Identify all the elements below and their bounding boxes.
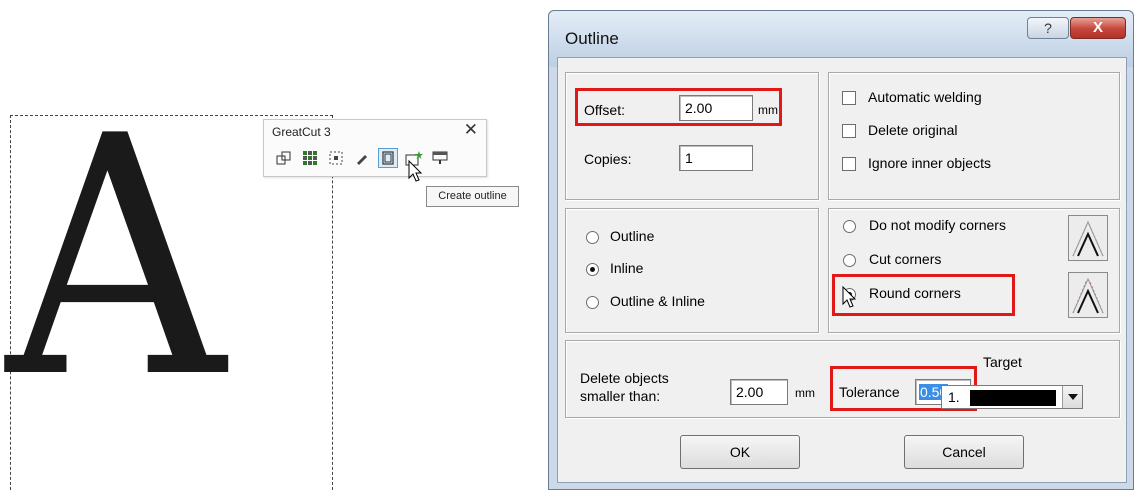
offset-highlight [575, 88, 782, 126]
outline-dialog: Outline ? X Offset: 2.00 mm Copies: 1 Au… [548, 10, 1134, 490]
ignore-inner-checkbox[interactable] [842, 157, 856, 171]
chevron-down-icon[interactable] [1062, 386, 1082, 408]
canvas-letter[interactable]: A [6, 93, 225, 423]
tooltip: Create outline [426, 186, 519, 207]
monitor-icon[interactable] [430, 148, 450, 168]
select-frame-icon[interactable] [326, 148, 346, 168]
outline-inline-radio-label: Outline & Inline [610, 293, 705, 309]
no-modify-corners-radio[interactable] [843, 220, 856, 233]
delete-label-line2: smaller than: [580, 388, 661, 404]
target-select[interactable]: 1. [941, 385, 1083, 409]
no-modify-corners-label: Do not modify corners [869, 217, 1006, 233]
inline-radio[interactable] [586, 263, 599, 276]
round-corners-highlight [832, 274, 1015, 316]
copies-input[interactable]: 1 [679, 145, 753, 171]
delete-original-checkbox[interactable] [842, 124, 856, 138]
sharp-corner-preview-icon [1068, 215, 1108, 261]
cut-corners-radio[interactable] [843, 254, 856, 267]
dialog-title: Outline [565, 29, 619, 48]
cancel-button[interactable]: Cancel [904, 435, 1024, 469]
delete-label-line1: Delete objects [580, 370, 669, 386]
create-outline-icon[interactable] [378, 148, 398, 168]
delete-size-input[interactable]: 2.00 [730, 379, 788, 405]
delete-size-unit: mm [795, 386, 815, 400]
automatic-welding-checkbox[interactable] [842, 91, 856, 105]
greatcut-toolbar: GreatCut 3 ✕ [263, 119, 487, 177]
delete-original-label: Delete original [868, 122, 958, 138]
ok-button[interactable]: OK [680, 435, 800, 469]
target-color-swatch [970, 390, 1056, 406]
weld-icon[interactable] [274, 148, 294, 168]
mouse-cursor-icon [408, 160, 423, 182]
copies-label: Copies: [584, 151, 632, 167]
help-button[interactable]: ? [1027, 17, 1069, 39]
close-button[interactable]: X [1070, 17, 1126, 39]
target-label: Target [983, 354, 1022, 370]
ignore-inner-label: Ignore inner objects [868, 155, 991, 171]
outline-radio[interactable] [586, 231, 599, 244]
toolbar-close-icon[interactable]: ✕ [464, 121, 478, 139]
pen-icon[interactable] [352, 148, 372, 168]
target-select-value: 1. [948, 389, 960, 405]
inline-radio-label: Inline [610, 260, 644, 276]
outline-radio-label: Outline [610, 228, 655, 244]
cut-corners-label: Cut corners [869, 251, 942, 267]
grid-icon[interactable] [300, 148, 320, 168]
mouse-cursor-icon [842, 286, 857, 308]
toolbar-title: GreatCut 3 [272, 125, 331, 139]
automatic-welding-label: Automatic welding [868, 89, 982, 105]
outline-inline-radio[interactable] [586, 296, 599, 309]
mode-group [565, 208, 819, 333]
dialog-client-area: Offset: 2.00 mm Copies: 1 Automatic weld… [557, 57, 1127, 483]
round-corner-preview-icon [1068, 272, 1108, 318]
